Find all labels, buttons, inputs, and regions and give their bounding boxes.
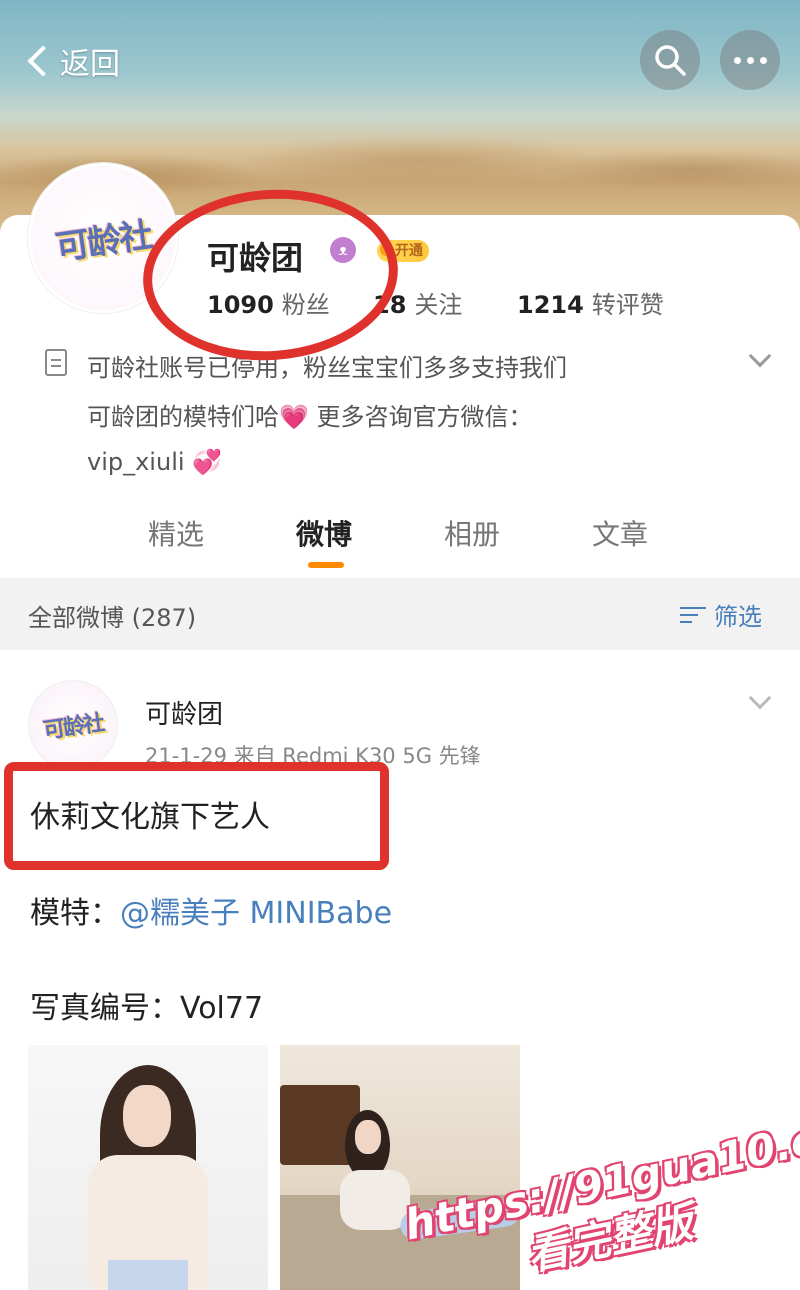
tab-featured[interactable]: 精选 xyxy=(148,513,204,553)
bio-line-2: 可龄团的模特们哈💗 更多咨询官方微信： xyxy=(87,403,533,431)
bio-line-1: 可龄社账号已停用，粉丝宝宝们多多支持我们 xyxy=(87,354,567,382)
post-count-label: 全部微博 (287) xyxy=(28,604,197,632)
avatar-logo-text: 可龄社 xyxy=(53,214,154,268)
filter-icon xyxy=(680,605,706,625)
back-button[interactable]: 返回 xyxy=(22,38,120,84)
more-icon xyxy=(733,56,767,64)
more-button[interactable] xyxy=(720,30,780,90)
bio-document-icon xyxy=(45,349,67,376)
tab-weibo[interactable]: 微博 xyxy=(296,513,352,553)
post-photo-1[interactable] xyxy=(28,1045,268,1290)
post-avatar-logo-text: 可龄社 xyxy=(41,709,105,745)
back-label: 返回 xyxy=(60,47,120,82)
post-model-prefix: 模特： xyxy=(30,896,120,931)
annotation-rectangle xyxy=(4,762,389,870)
stat-interactions-label: 转评赞 xyxy=(591,291,664,319)
tab-album[interactable]: 相册 xyxy=(444,513,500,553)
filter-label: 筛选 xyxy=(714,603,762,631)
post-text-line-3: 写真编号：Vol77 xyxy=(30,991,264,1026)
search-button[interactable] xyxy=(640,30,700,90)
bio-line-3: vip_xiuli 💞 xyxy=(87,448,223,476)
post-author-name[interactable]: 可龄团 xyxy=(145,694,223,731)
post-photo-2[interactable] xyxy=(280,1045,520,1290)
filter-button[interactable]: 筛选 xyxy=(680,597,762,632)
tab-articles[interactable]: 文章 xyxy=(592,513,648,553)
stat-following-label: 关注 xyxy=(414,291,463,319)
stat-interactions-value: 1214 xyxy=(517,291,584,319)
active-tab-indicator xyxy=(308,562,344,568)
stat-interactions[interactable]: 1214 转评赞 xyxy=(517,285,664,320)
post-menu-chevron-icon[interactable] xyxy=(748,686,772,710)
search-icon xyxy=(655,45,686,76)
post-mention-link[interactable]: @糯美子 MINIBabe xyxy=(120,896,392,931)
post-author-avatar[interactable]: 可龄社 xyxy=(28,680,118,770)
chevron-left-icon xyxy=(27,45,59,77)
post-text-line-2: 模特：@糯美子 MINIBabe xyxy=(30,888,392,932)
